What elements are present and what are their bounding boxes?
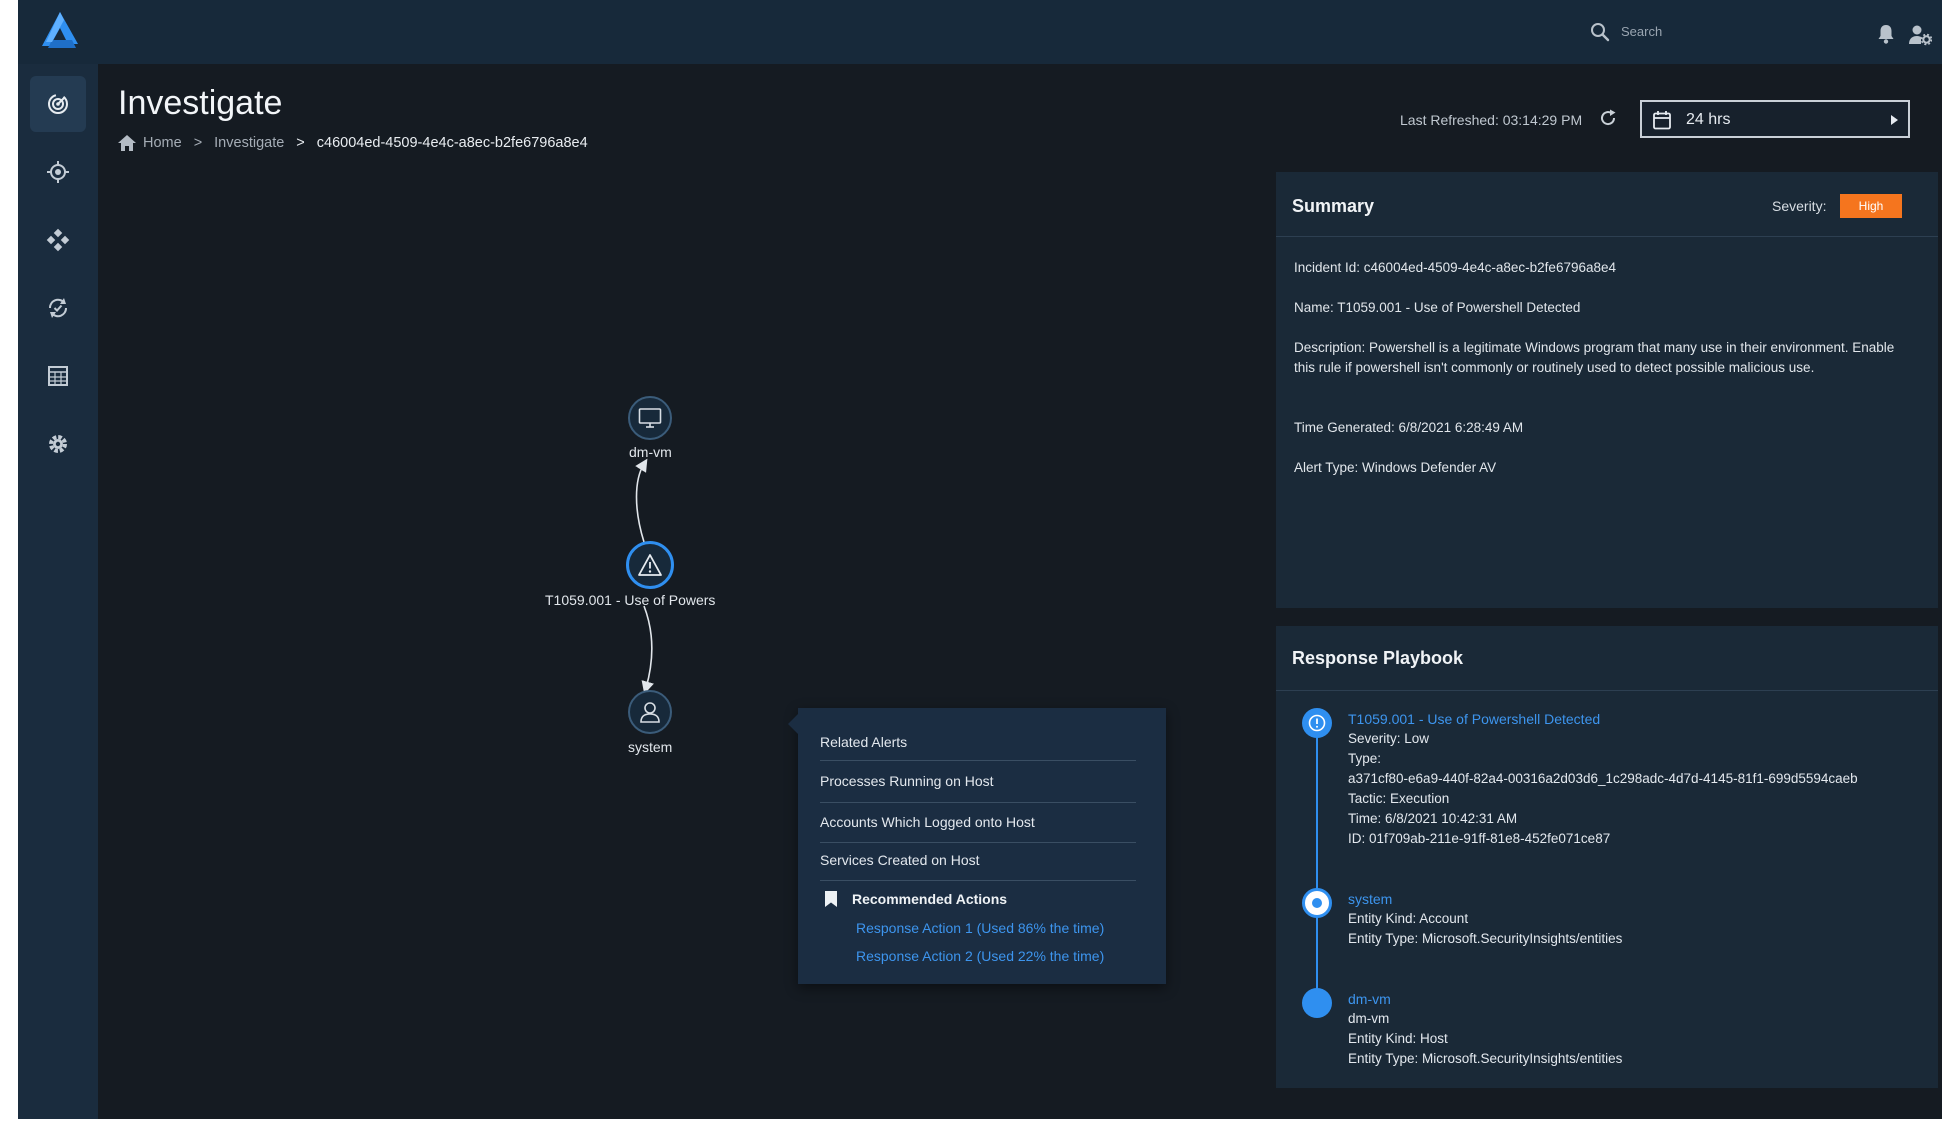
node-label-alert: T1059.001 - Use of Powers bbox=[545, 592, 716, 608]
breadcrumb-separator: > bbox=[193, 135, 203, 151]
playbook-divider bbox=[1276, 690, 1938, 691]
incident-description: Description: Powershell is a legitimate … bbox=[1294, 340, 1895, 375]
time-range-select[interactable]: 24 hrs bbox=[1640, 100, 1910, 138]
calendar-icon bbox=[1653, 111, 1671, 130]
user-icon bbox=[640, 702, 660, 723]
grid-report-icon bbox=[48, 366, 68, 386]
incident-name: Name: T1059.001 - Use of Powershell Dete… bbox=[1294, 300, 1581, 315]
summary-panel: Summary Severity: High Incident Id: c460… bbox=[1276, 172, 1938, 608]
menu-item-services[interactable]: Services Created on Host bbox=[820, 852, 1136, 868]
breadcrumb-investigate[interactable]: Investigate bbox=[214, 135, 284, 151]
monitor-icon bbox=[638, 408, 662, 428]
summary-title: Summary bbox=[1292, 196, 1375, 216]
timeline-step-1-line: Time: 6/8/2021 10:42:31 AM bbox=[1348, 811, 1518, 826]
target-icon bbox=[47, 161, 69, 183]
incident-id: Incident Id: c46004ed-4509-4e4c-a8ec-b2f… bbox=[1294, 260, 1617, 275]
refresh-icon[interactable] bbox=[1598, 108, 1618, 128]
link-alert-dm-vm bbox=[635, 458, 648, 543]
shield-refresh-icon bbox=[48, 298, 68, 318]
alert-circle-icon bbox=[1308, 714, 1326, 732]
timeline-step-2-line: Entity Kind: Account bbox=[1348, 911, 1469, 926]
timeline-step-1-line: Severity: Low bbox=[1348, 731, 1430, 746]
breadcrumb-home[interactable]: Home bbox=[143, 135, 182, 151]
timeline-step-1-title[interactable]: T1059.001 - Use of Powershell Detected bbox=[1348, 711, 1600, 727]
sidebar-item-settings[interactable] bbox=[30, 416, 86, 472]
sidebar bbox=[18, 64, 98, 1119]
time-range-value: 24 hrs bbox=[1686, 111, 1731, 128]
timeline-step-2-dot bbox=[1302, 888, 1332, 918]
timeline-step-2-title[interactable]: system bbox=[1348, 891, 1392, 907]
timeline-line bbox=[1316, 722, 1318, 1006]
logo-icon[interactable] bbox=[38, 10, 82, 52]
timeline-step-1-line: Type: bbox=[1348, 751, 1382, 766]
node-system[interactable] bbox=[628, 690, 672, 734]
timeline-step-1-line: ID: 01f709ab-211e-91ff-81e8-452fe071ce87 bbox=[1348, 831, 1611, 846]
sidebar-item-dashboard[interactable] bbox=[30, 76, 86, 132]
alert-type: Alert Type: Windows Defender AV bbox=[1294, 460, 1497, 475]
sidebar-item-network[interactable] bbox=[30, 212, 86, 268]
sidebar-item-detect[interactable] bbox=[30, 144, 86, 200]
recommended-actions-title: Recommended Actions bbox=[852, 891, 1008, 907]
gear-icon bbox=[49, 435, 67, 453]
link-alert-system bbox=[641, 605, 654, 695]
playbook-title: Response Playbook bbox=[1292, 648, 1464, 668]
search-input[interactable] bbox=[1621, 20, 1761, 42]
node-label-dm-vm: dm-vm bbox=[629, 444, 672, 460]
timeline-step-3-line: dm-vm bbox=[1348, 1011, 1390, 1026]
node-dm-vm[interactable] bbox=[628, 396, 672, 440]
timeline-step-2-line: Entity Type: Microsoft.SecurityInsights/… bbox=[1348, 931, 1623, 946]
node-label-system: system bbox=[628, 739, 673, 755]
node-context-menu: Related Alerts Processes Running on Host… bbox=[788, 708, 1166, 984]
summary-divider bbox=[1276, 236, 1938, 237]
response-action-2-link[interactable]: Response Action 2 (Used 22% the time) bbox=[856, 948, 1104, 964]
menu-divider bbox=[820, 802, 1136, 803]
app-window: Investigate Home > Investigate > c46004e… bbox=[18, 0, 1942, 1119]
search-icon[interactable] bbox=[1590, 22, 1610, 42]
user-settings-icon[interactable] bbox=[1908, 24, 1932, 46]
sidebar-item-respond[interactable] bbox=[30, 280, 86, 336]
bookmark-icon bbox=[825, 891, 837, 907]
timeline-step-3-dot bbox=[1302, 988, 1332, 1018]
sidebar-item-reports[interactable] bbox=[30, 348, 86, 404]
menu-item-related-alerts[interactable]: Related Alerts bbox=[820, 734, 1136, 750]
timeline-step-3-line: Entity Kind: Host bbox=[1348, 1031, 1448, 1046]
timeline-step-3-title[interactable]: dm-vm bbox=[1348, 991, 1391, 1007]
last-refreshed-label: Last Refreshed: 03:14:29 PM bbox=[1400, 112, 1583, 128]
node-alert[interactable] bbox=[626, 541, 674, 589]
timeline-step-1-dot bbox=[1302, 708, 1332, 738]
top-bar bbox=[18, 0, 1942, 64]
caret-right-icon bbox=[1891, 115, 1898, 125]
menu-item-accounts[interactable]: Accounts Which Logged onto Host bbox=[820, 814, 1136, 830]
timeline-step-1-line: a371cf80-e6a9-440f-82a4-00316a2d03d6_1c2… bbox=[1348, 771, 1858, 786]
menu-divider bbox=[820, 880, 1136, 881]
time-generated: Time Generated: 6/8/2021 6:28:49 AM bbox=[1294, 420, 1524, 435]
investigation-graph[interactable]: dm-vm T1059.001 - Use of Powers system R… bbox=[98, 160, 1278, 1119]
network-icon bbox=[46, 228, 70, 252]
timeline-step-3-line: Entity Type: Microsoft.SecurityInsights/… bbox=[1348, 1051, 1623, 1066]
menu-item-processes[interactable]: Processes Running on Host bbox=[820, 773, 1136, 789]
menu-divider bbox=[820, 760, 1136, 761]
breadcrumb: Home > Investigate > c46004ed-4509-4e4c-… bbox=[118, 133, 588, 153]
bell-icon[interactable] bbox=[1876, 23, 1896, 45]
timeline-step-1-line: Tactic: Execution bbox=[1348, 791, 1450, 806]
timeline-dot-inner bbox=[1312, 898, 1322, 908]
response-playbook-panel: Response Playbook T1059.001 - Use of Pow… bbox=[1276, 626, 1938, 1088]
response-action-1-link[interactable]: Response Action 1 (Used 86% the time) bbox=[856, 920, 1104, 936]
severity-badge: High bbox=[1840, 194, 1902, 218]
warning-icon bbox=[638, 554, 662, 576]
menu-divider bbox=[820, 842, 1136, 843]
breadcrumb-separator: > bbox=[296, 135, 305, 151]
severity-label: Severity: bbox=[1772, 198, 1827, 214]
breadcrumb-current: c46004ed-4509-4e4c-a8ec-b2fe6796a8e4 bbox=[316, 135, 588, 151]
recommended-actions-header: Recommended Actions bbox=[824, 890, 1007, 908]
home-icon[interactable] bbox=[118, 135, 136, 151]
radar-icon bbox=[48, 94, 68, 114]
page-title: Investigate bbox=[118, 84, 283, 122]
